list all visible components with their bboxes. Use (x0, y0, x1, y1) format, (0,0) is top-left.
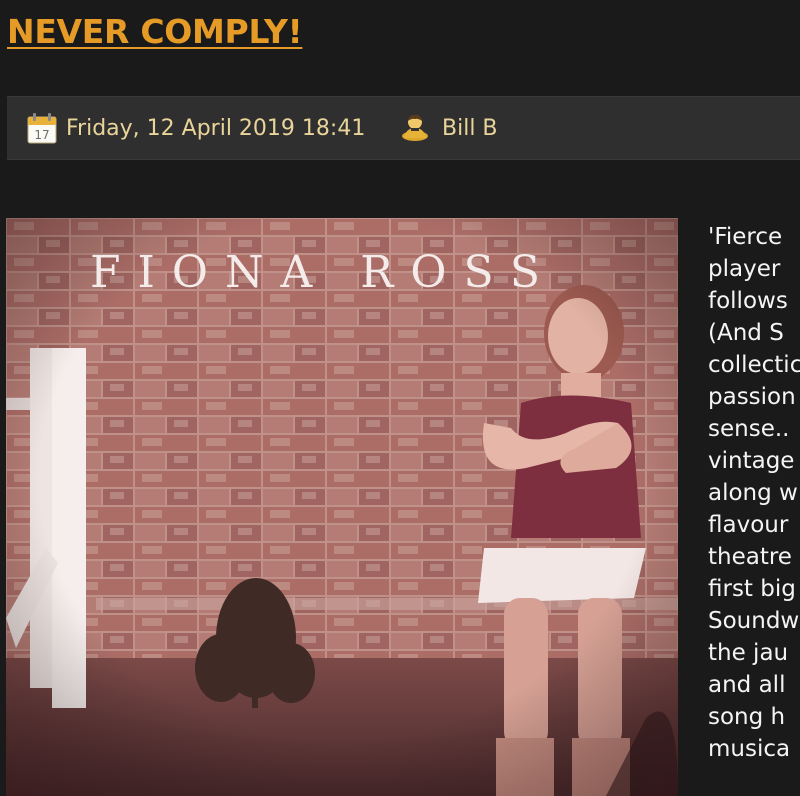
svg-text:17: 17 (34, 128, 49, 142)
article-body-line: along w (708, 480, 798, 506)
article-title-link[interactable]: NEVER COMPLY! (7, 12, 303, 52)
article-body-line: collectic (708, 352, 800, 378)
article-body-line: 'Fierce (708, 224, 783, 250)
article-body-line: passion (708, 384, 796, 410)
user-icon (402, 114, 428, 141)
article-body-line: song h (708, 704, 786, 730)
article-body-line: follows (708, 288, 788, 314)
article-body-text: 'Fierce player follows (And S collectic passi… (708, 221, 800, 765)
calendar-icon: 17 (27, 113, 57, 144)
article-body-line: and all (708, 672, 786, 698)
article-body-line: Soundw (708, 608, 800, 634)
article-body-line: theatre (708, 544, 792, 570)
article-body-line: player (708, 256, 781, 282)
album-cover-artwork (6, 218, 678, 796)
page: NEVER COMPLY! 17 Friday, 12 April 2019 1… (0, 0, 800, 796)
article-meta-bar: 17 Friday, 12 April 2019 18:41 Bill B (7, 96, 800, 160)
article-body-line: (And S (708, 320, 784, 346)
article-body-line: vintage (708, 448, 795, 474)
article-body-line: flavour (708, 512, 789, 538)
article-body-line: musica (708, 736, 791, 762)
article-body-line: sense.. (708, 416, 790, 442)
article-author: Bill B (442, 116, 498, 141)
article-body-line: the jau (708, 640, 789, 666)
album-cover-image: FIONA ROSS (6, 218, 678, 796)
article-date: Friday, 12 April 2019 18:41 (66, 116, 366, 141)
album-artist-title: FIONA ROSS (90, 247, 557, 298)
article-body-line: first big (708, 576, 796, 602)
